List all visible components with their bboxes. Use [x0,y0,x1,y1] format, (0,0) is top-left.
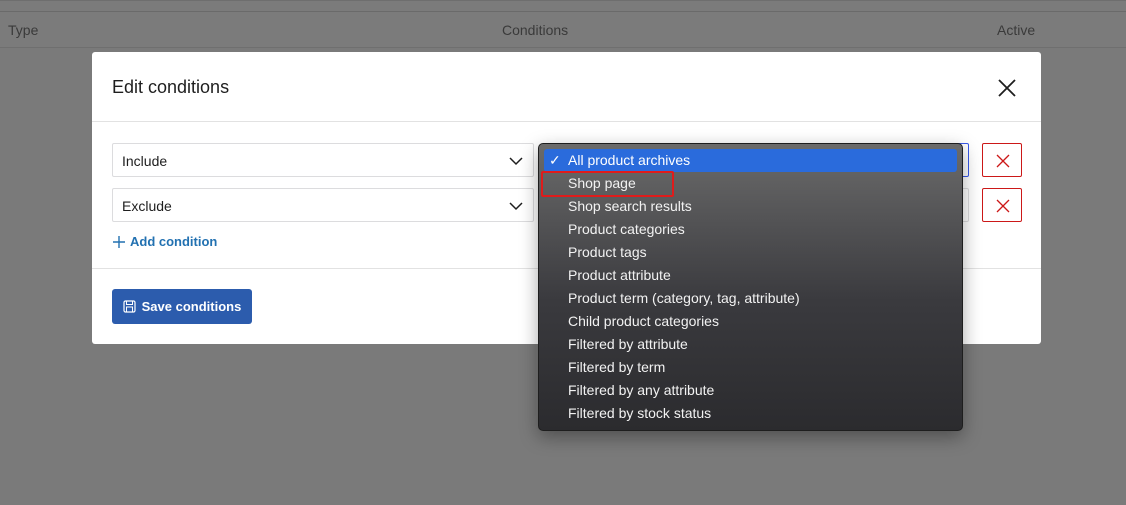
option-label: Filtered by attribute [568,336,688,352]
dropdown-option[interactable]: Filtered by term [544,356,957,379]
option-label: Shop page [568,175,636,191]
x-icon [996,154,1010,168]
dropdown-option[interactable]: Shop page [544,172,957,195]
dropdown-option[interactable]: Product attribute [544,264,957,287]
condition-type-select[interactable]: Exclude [112,188,534,222]
table-header: Type Conditions Active [0,0,1126,48]
dropdown-option[interactable]: ✓ All product archives [544,149,957,172]
option-label: Product term (category, tag, attribute) [568,290,800,306]
remove-condition-button[interactable] [982,188,1022,222]
option-label: Filtered by any attribute [568,382,715,398]
dropdown-option[interactable]: Product tags [544,241,957,264]
option-label: Filtered by stock status [568,405,712,421]
dropdown-option[interactable]: Product categories [544,218,957,241]
option-label: All product archives [568,152,691,168]
add-condition-button[interactable]: Add condition [112,234,217,249]
plus-icon [113,235,125,248]
dropdown-option[interactable]: Filtered by any attribute [544,379,957,402]
dropdown-option[interactable]: Filtered by stock status [544,402,957,425]
option-label: Product categories [568,221,685,237]
add-condition-label: Add condition [130,234,218,249]
option-label: Child product categories [568,313,719,329]
dropdown-option[interactable]: Shop search results [544,195,957,218]
condition-type-value: Include [122,153,168,169]
modal-title: Edit conditions [112,77,230,97]
checkmark-icon: ✓ [549,152,561,168]
close-button[interactable] [995,76,1019,100]
column-header-conditions: Conditions [502,22,569,38]
floppy-disk-icon [123,300,136,313]
chevron-down-icon [509,157,523,166]
close-icon [998,79,1016,97]
remove-condition-button[interactable] [982,143,1022,177]
dropdown-option[interactable]: Child product categories [544,310,957,333]
option-label: Product attribute [568,267,671,283]
column-header-type: Type [8,22,39,38]
chevron-down-icon [509,202,523,211]
option-label: Product tags [568,244,647,260]
option-label: Shop search results [568,198,692,214]
column-header-active: Active [997,22,1036,38]
dropdown-option[interactable]: Product term (category, tag, attribute) [544,287,957,310]
condition-value-dropdown: ✓ All product archives Shop page Shop se… [538,143,963,431]
option-label: Filtered by term [568,359,666,375]
modal-header: Edit conditions [92,52,1041,122]
condition-type-value: Exclude [122,198,172,214]
x-icon [996,199,1010,213]
divider [0,11,1126,12]
save-conditions-label: Save conditions [141,299,242,314]
condition-type-select[interactable]: Include [112,143,534,177]
save-conditions-button[interactable]: Save conditions [112,289,252,324]
dropdown-option[interactable]: Filtered by attribute [544,333,957,356]
